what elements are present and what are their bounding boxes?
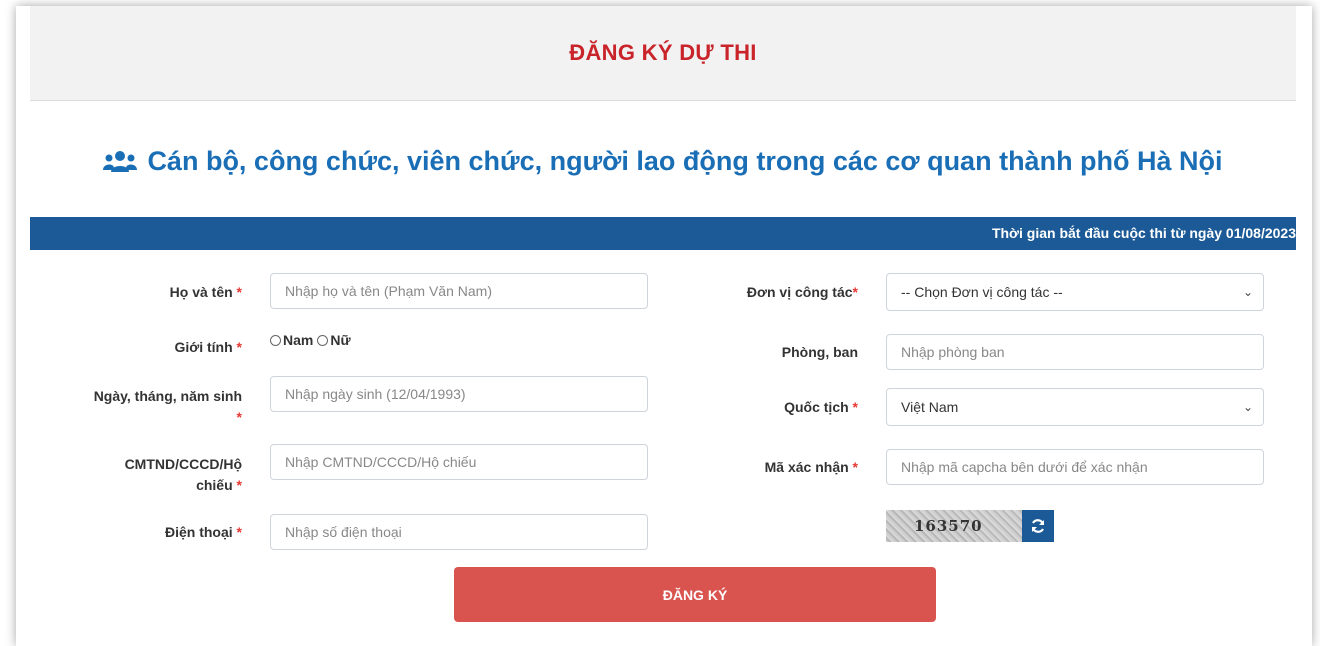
name-placeholder: Nhập họ và tên (Phạm Văn Nam) bbox=[285, 283, 492, 299]
unit-select[interactable]: -- Chọn Đơn vị công tác -- ⌄ bbox=[886, 273, 1264, 311]
captcha-label: Mã xác nhận * bbox=[765, 459, 858, 475]
dob-placeholder: Nhập ngày sinh (12/04/1993) bbox=[285, 386, 466, 402]
nationality-selected-value: Việt Nam bbox=[901, 399, 959, 415]
captcha-refresh-button[interactable] bbox=[1022, 510, 1054, 542]
users-icon bbox=[103, 150, 138, 172]
dept-label: Phòng, ban bbox=[782, 344, 858, 360]
chevron-down-icon: ⌄ bbox=[1242, 285, 1253, 299]
id-input[interactable]: Nhập CMTND/CCCD/Hộ chiếu bbox=[270, 444, 648, 480]
id-placeholder: Nhập CMTND/CCCD/Hộ chiếu bbox=[285, 454, 477, 470]
phone-label-text: Điện thoại bbox=[164, 524, 233, 540]
page-title: ĐĂNG KÝ DỰ THI bbox=[569, 40, 757, 65]
required-mark: * bbox=[236, 339, 242, 355]
radio-circle-icon bbox=[270, 334, 281, 346]
notice-banner: Thời gian bắt đầu cuộc thi từ ngày 01/08… bbox=[30, 217, 1296, 250]
unit-selected-value: -- Chọn Đơn vị công tác -- bbox=[901, 284, 1063, 300]
section-subtitle: Cán bộ, công chức, viên chức, người lao … bbox=[30, 146, 1296, 177]
required-mark: * bbox=[852, 459, 858, 475]
unit-label: Đơn vị công tác* bbox=[747, 284, 858, 300]
id-label-line2: chiếu bbox=[196, 477, 233, 493]
gender-label: Giới tính * bbox=[174, 339, 242, 355]
dob-label: Ngày, tháng, năm sinh * bbox=[94, 386, 242, 428]
unit-label-text: Đơn vị công tác bbox=[746, 284, 853, 300]
registration-card: ĐĂNG KÝ DỰ THI Cán bộ, công chức, viên c… bbox=[16, 6, 1312, 646]
refresh-icon bbox=[1031, 519, 1045, 533]
nationality-label: Quốc tịch * bbox=[784, 399, 858, 415]
radio-circle-icon bbox=[317, 334, 329, 346]
dob-input[interactable]: Nhập ngày sinh (12/04/1993) bbox=[270, 376, 648, 412]
subtitle-text: Cán bộ, công chức, viên chức, người lao … bbox=[147, 146, 1223, 176]
required-mark: * bbox=[236, 284, 242, 300]
gender-option-label: Nữ bbox=[330, 332, 351, 348]
gender-radio-male[interactable]: Nam bbox=[270, 332, 313, 348]
register-button[interactable]: ĐĂNG KÝ bbox=[454, 567, 936, 622]
required-mark: * bbox=[852, 284, 858, 300]
dept-label-text: Phòng, ban bbox=[781, 344, 858, 360]
nationality-label-text: Quốc tịch bbox=[784, 399, 849, 415]
phone-label: Điện thoại * bbox=[165, 524, 242, 540]
phone-placeholder: Nhập số điện thoại bbox=[285, 524, 402, 540]
required-mark: * bbox=[236, 524, 242, 540]
required-mark: * bbox=[236, 409, 242, 425]
dob-label-text: Ngày, tháng, năm sinh bbox=[93, 388, 242, 404]
captcha-input[interactable]: Nhập mã capcha bên dưới để xác nhận bbox=[886, 449, 1264, 485]
name-label-text: Họ và tên bbox=[169, 284, 233, 300]
captcha-placeholder: Nhập mã capcha bên dưới để xác nhận bbox=[901, 459, 1148, 475]
gender-option-label: Nam bbox=[283, 332, 314, 348]
name-input[interactable]: Nhập họ và tên (Phạm Văn Nam) bbox=[270, 273, 648, 309]
banner-text: Thời gian bắt đầu cuộc thi từ ngày 01/08… bbox=[991, 225, 1296, 241]
captcha-code: 163570 bbox=[914, 517, 983, 535]
phone-input[interactable]: Nhập số điện thoại bbox=[270, 514, 648, 550]
name-label: Họ và tên * bbox=[170, 284, 242, 300]
page-header: ĐĂNG KÝ DỰ THI bbox=[30, 6, 1296, 101]
required-mark: * bbox=[852, 399, 858, 415]
captcha-label-text: Mã xác nhận bbox=[764, 459, 849, 475]
dept-input[interactable]: Nhập phòng ban bbox=[886, 334, 1264, 370]
register-button-label: ĐĂNG KÝ bbox=[662, 586, 728, 603]
chevron-down-icon: ⌄ bbox=[1242, 400, 1253, 414]
gender-radio-group: Nam Nữ bbox=[270, 332, 355, 348]
card-content: ĐĂNG KÝ DỰ THI Cán bộ, công chức, viên c… bbox=[30, 6, 1296, 646]
id-label-line1: CMTND/CCCD/Hộ bbox=[124, 456, 242, 472]
dept-placeholder: Nhập phòng ban bbox=[901, 344, 1005, 360]
required-mark: * bbox=[236, 477, 242, 493]
gender-label-text: Giới tính bbox=[174, 339, 233, 355]
gender-radio-female[interactable]: Nữ bbox=[317, 332, 351, 348]
nationality-select[interactable]: Việt Nam ⌄ bbox=[886, 388, 1264, 426]
captcha-image: 163570 bbox=[886, 510, 1054, 542]
id-label: CMTND/CCCD/Hộ chiếu * bbox=[125, 454, 242, 496]
